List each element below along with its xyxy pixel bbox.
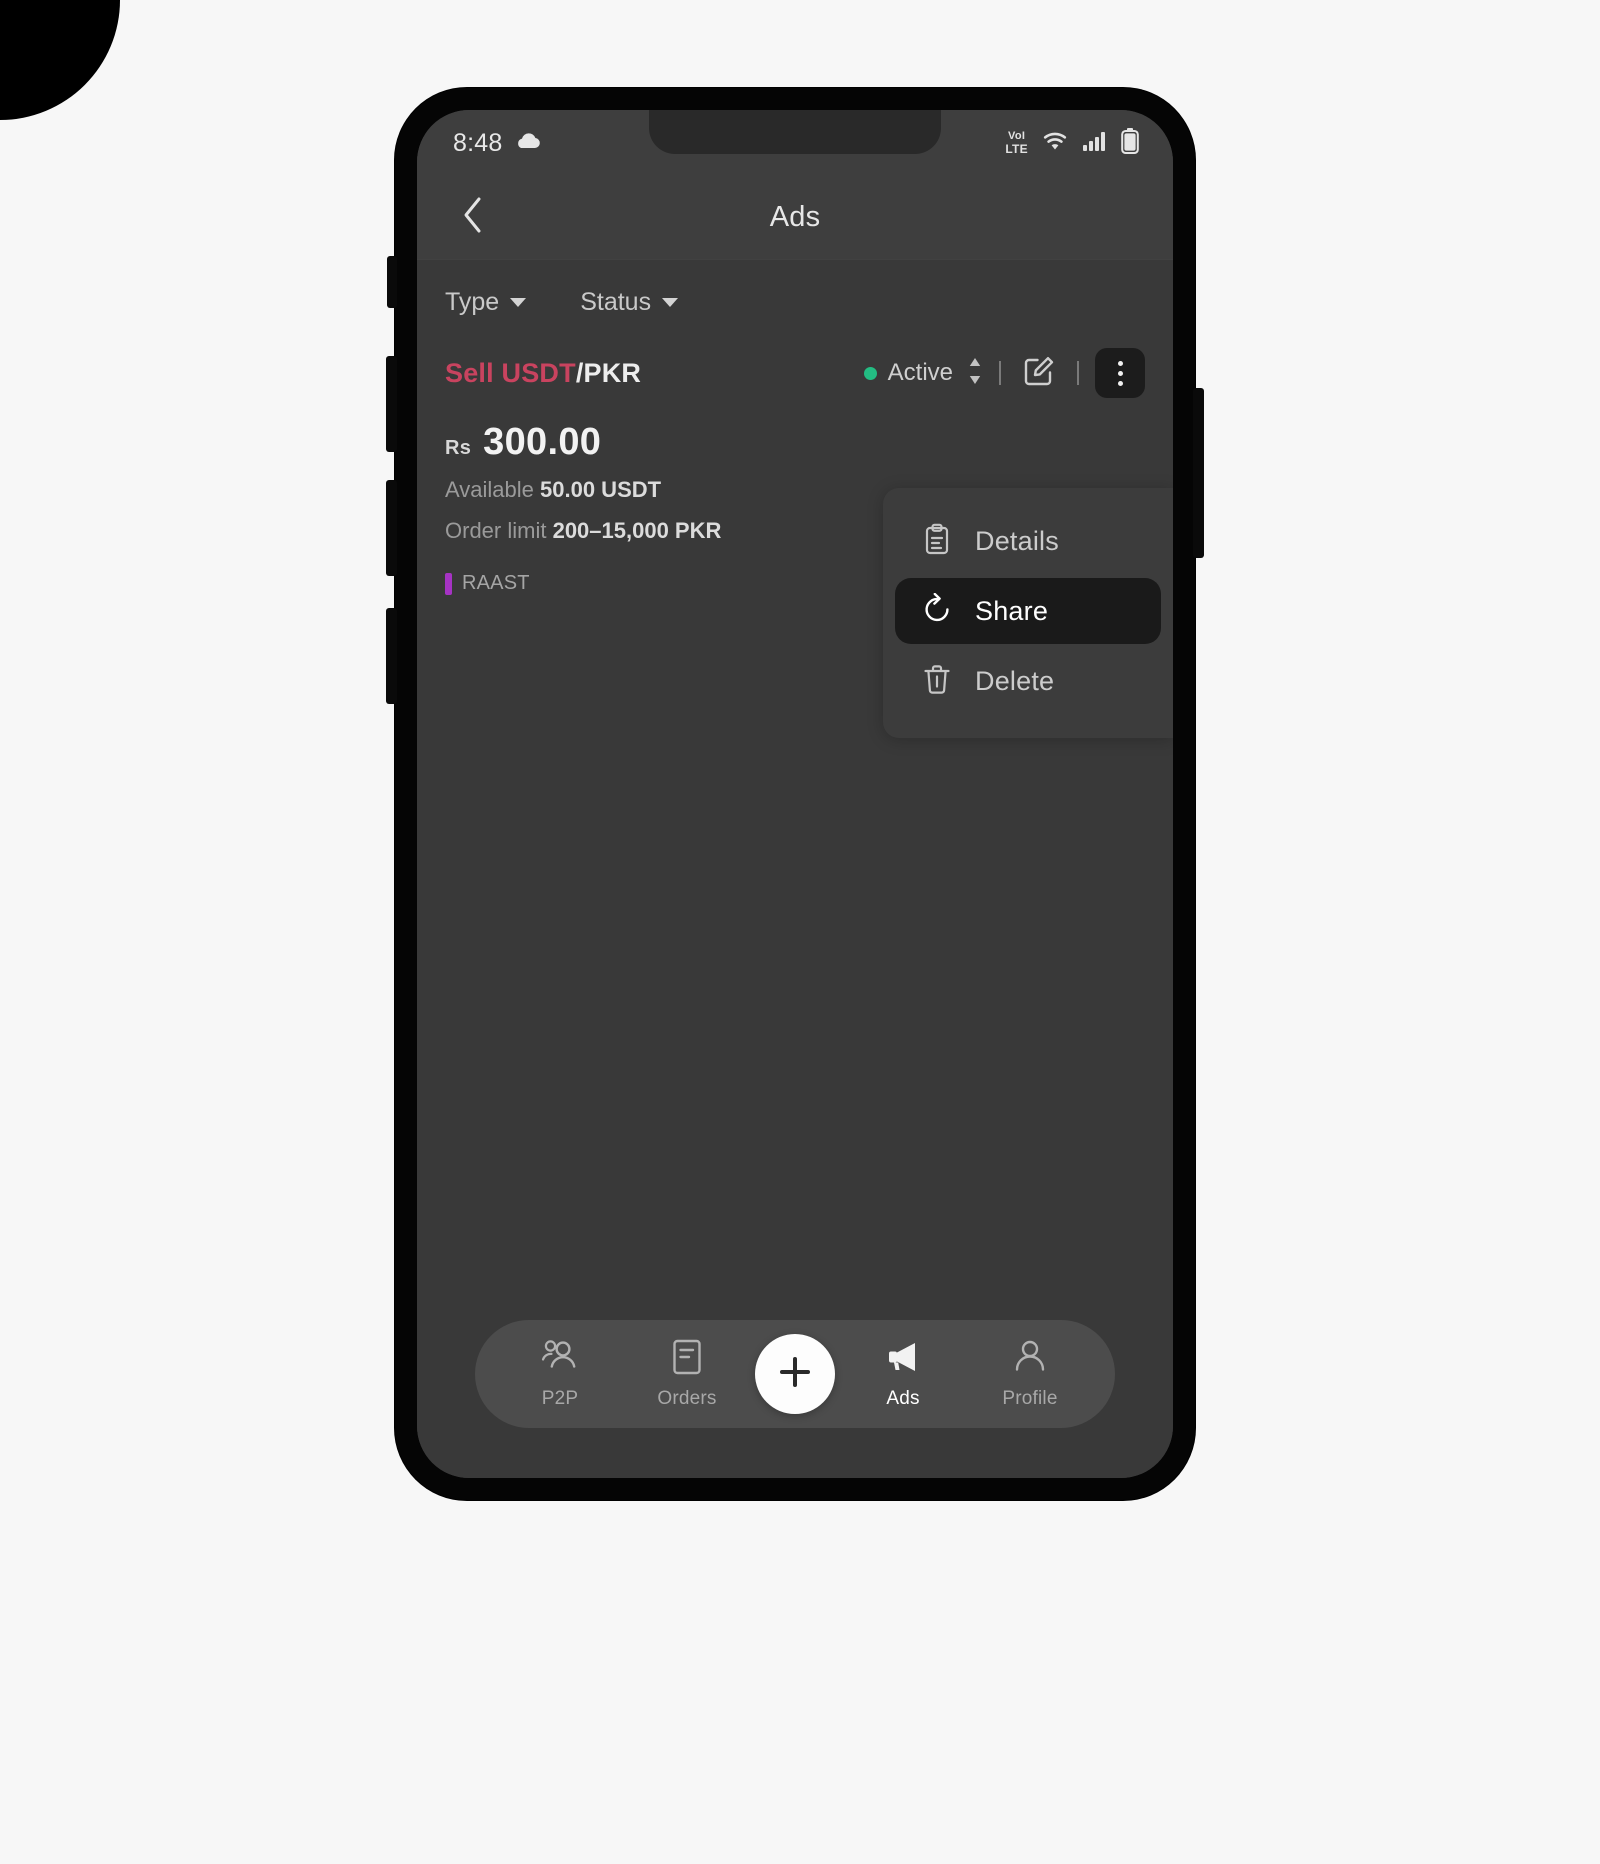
kebab-dot	[1117, 360, 1123, 366]
person-icon	[1012, 1338, 1048, 1381]
create-ad-button[interactable]	[755, 1334, 835, 1414]
order-limit-label: Order limit	[445, 518, 547, 544]
nav-item-ads[interactable]: Ads	[844, 1338, 962, 1410]
divider	[1077, 361, 1079, 385]
filter-type-label: Type	[445, 288, 500, 316]
chevron-down-icon	[510, 298, 527, 307]
volte-line-1: VoI	[1008, 130, 1026, 142]
battery-icon	[1121, 127, 1139, 159]
ad-context-menu: Details Share Delete	[883, 488, 1173, 738]
menu-item-label: Delete	[975, 665, 1055, 696]
filter-status[interactable]: Status	[580, 288, 679, 317]
status-badge: Active	[887, 359, 953, 386]
main-content: Type Status Sell USDT/PKR Active Rs 300.…	[417, 260, 1173, 1478]
volume-down-button[interactable]	[386, 480, 397, 576]
status-bar-left: 8:48	[453, 129, 541, 158]
currency-symbol: Rs	[445, 437, 472, 459]
cellular-signal-icon	[1082, 131, 1108, 156]
ad-price: 300.00	[483, 421, 602, 463]
nav-label: Orders	[657, 1388, 717, 1409]
menu-item-label: Details	[975, 525, 1059, 556]
payment-method-tag: RAAST	[445, 572, 530, 595]
silent-switch-button[interactable]	[387, 256, 397, 308]
menu-item-share[interactable]: Share	[895, 578, 1161, 644]
phone-screen: 8:48 VoI LTE Ads Type Status Sell USDT/P…	[417, 110, 1173, 1478]
filter-type[interactable]: Type	[445, 288, 527, 317]
volume-up-button[interactable]	[386, 356, 397, 452]
order-limit-value: 200–15,000 PKR	[552, 518, 722, 544]
kebab-dot	[1117, 380, 1123, 386]
volte-icon: VoI LTE	[1005, 130, 1028, 156]
payment-method-name: RAAST	[462, 572, 530, 595]
up-down-arrows-icon[interactable]	[967, 356, 983, 391]
menu-item-delete[interactable]: Delete	[895, 648, 1161, 714]
filter-status-label: Status	[580, 288, 652, 316]
available-label: Available	[445, 477, 534, 502]
page-canvas: 8:48 VoI LTE Ads Type Status Sell USDT/P…	[0, 0, 1600, 1864]
payment-method-color-bar	[445, 572, 452, 595]
megaphone-icon	[883, 1338, 923, 1381]
clipboard-icon	[921, 523, 953, 560]
nav-label: Ads	[886, 1388, 920, 1409]
wifi-icon	[1041, 130, 1069, 157]
app-bar: Ads	[417, 176, 1173, 260]
divider	[999, 361, 1001, 385]
bottom-navigation: P2P Orders Ads Profile	[417, 1320, 1173, 1428]
nav-item-orders[interactable]: Orders	[628, 1338, 746, 1410]
document-icon	[670, 1338, 704, 1381]
status-bar-right: VoI LTE	[1005, 127, 1139, 159]
status-clock: 8:48	[453, 128, 503, 157]
nav-item-p2p[interactable]: P2P	[501, 1338, 619, 1410]
ad-actions: Active	[863, 348, 1145, 398]
status-badge-dot	[863, 366, 877, 380]
chevron-down-icon	[662, 298, 679, 307]
ad-pair: Sell USDT/PKR	[445, 358, 641, 389]
plus-icon	[775, 1352, 815, 1397]
ad-side-label: Sell USDT	[445, 357, 576, 388]
menu-item-label: Share	[975, 595, 1049, 626]
edit-ad-button[interactable]	[1017, 351, 1061, 395]
back-button[interactable]	[447, 192, 499, 244]
page-title: Ads	[769, 201, 821, 233]
cloud-icon	[515, 132, 541, 155]
volte-line-2: LTE	[1005, 142, 1028, 156]
nav-label: P2P	[541, 1388, 579, 1409]
ad-more-menu-button[interactable]	[1095, 348, 1145, 398]
bottom-nav-pill: P2P Orders Ads Profile	[475, 1320, 1115, 1428]
chevron-left-icon	[461, 196, 485, 239]
ad-price-row: Rs 300.00	[445, 421, 1145, 464]
edit-square-icon	[1022, 354, 1056, 393]
people-icon	[539, 1338, 581, 1381]
extra-side-button[interactable]	[386, 608, 397, 704]
phone-frame: 8:48 VoI LTE Ads Type Status Sell USDT/P…	[386, 88, 1204, 1500]
trash-icon	[921, 663, 953, 700]
decorative-corner	[0, 0, 120, 120]
available-value: 50.00 USDT	[540, 477, 662, 502]
ad-card-header: Sell USDT/PKR Active	[445, 345, 1145, 401]
power-button[interactable]	[1193, 388, 1204, 558]
nav-item-profile[interactable]: Profile	[971, 1338, 1089, 1410]
filter-bar: Type Status	[417, 260, 1173, 335]
nav-label: Profile	[1002, 1388, 1058, 1409]
share-circle-icon	[921, 592, 953, 630]
menu-item-details[interactable]: Details	[895, 508, 1161, 574]
kebab-dot	[1117, 370, 1123, 376]
ad-quote-label: /PKR	[575, 357, 642, 388]
display-notch	[649, 110, 941, 154]
